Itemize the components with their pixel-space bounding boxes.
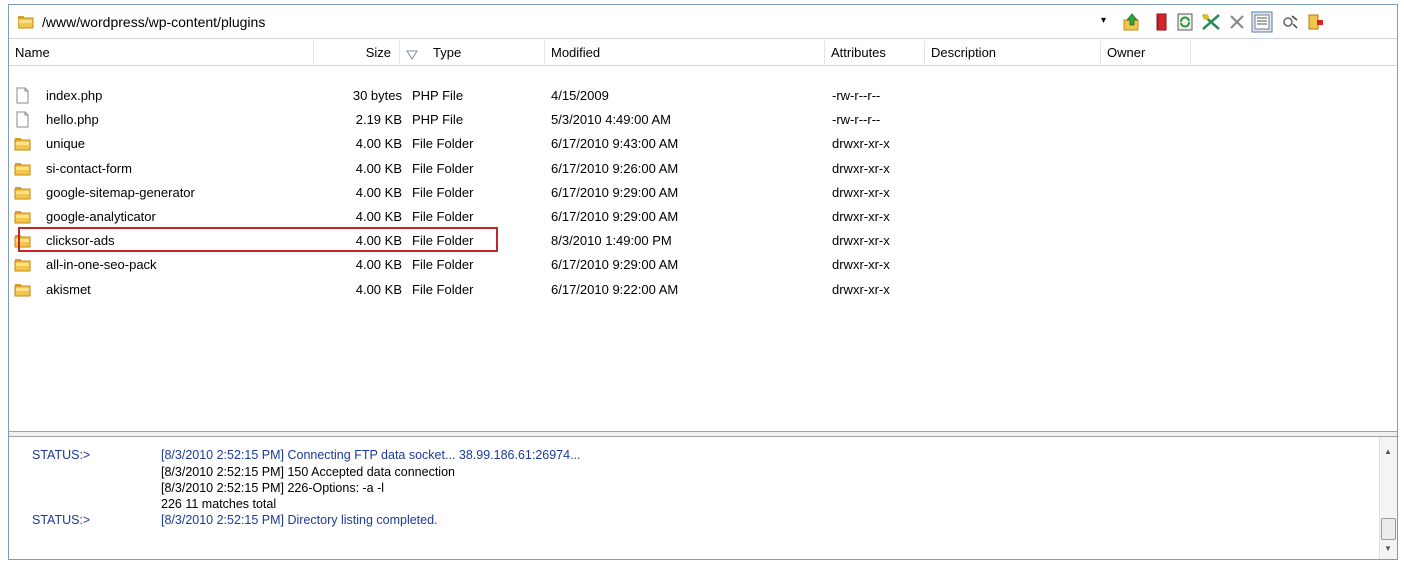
column-header-attributes[interactable]: Attributes bbox=[825, 41, 925, 65]
file-type: File Folder bbox=[412, 184, 474, 200]
file-row[interactable]: si-contact-form 4.00 KB File Folder 6/17/20… bbox=[9, 158, 1397, 181]
file-name: hello.php bbox=[46, 112, 99, 128]
file-attributes: drwxr-xr-x bbox=[832, 160, 890, 176]
log-status-label: STATUS:> bbox=[32, 448, 91, 462]
file-type: File Folder bbox=[412, 233, 474, 249]
file-attributes: drwxr-xr-x bbox=[832, 209, 890, 224]
file-type: File Folder bbox=[412, 209, 474, 224]
file-row[interactable]: index.php 30 bytes PHP File 4/15/2009 -rw-r-… bbox=[9, 85, 1397, 108]
file-modified: 6/17/2010 9:29:00 AM bbox=[551, 184, 679, 200]
file-modified: 8/3/2010 1:49:00 PM bbox=[551, 233, 672, 249]
bookmark-icon[interactable] bbox=[1150, 11, 1172, 33]
log-message: 226 11 matches total bbox=[161, 497, 277, 511]
status-log: STATUS:> [8/3/2010 2:52:15 PM] Connectin… bbox=[9, 437, 1397, 559]
scroll-down-icon[interactable]: ▼ bbox=[1384, 544, 1392, 553]
folder-icon bbox=[14, 208, 31, 225]
file-attributes: -rw-r--r-- bbox=[832, 112, 881, 128]
file-row[interactable]: akismet 4.00 KB File Folder 6/17/2010 9:22:… bbox=[9, 279, 1397, 302]
file-icon bbox=[14, 111, 31, 128]
file-name: index.php bbox=[46, 88, 103, 103]
column-header-type[interactable]: Type bbox=[427, 41, 545, 65]
chevron-down-icon[interactable]: ▾ bbox=[1101, 15, 1106, 26]
settings-icon[interactable] bbox=[1279, 11, 1301, 33]
file-size: 4.00 KB bbox=[355, 257, 402, 273]
file-size: 4.00 KB bbox=[355, 281, 402, 297]
file-type: File Folder bbox=[412, 136, 474, 152]
file-type: PHP File bbox=[412, 88, 464, 103]
folder-icon bbox=[14, 184, 31, 201]
file-modified: 6/17/2010 9:29:00 AM bbox=[551, 209, 679, 224]
column-header-name[interactable]: Name bbox=[9, 41, 314, 65]
path-bar: /www/wordpress/wp-content/plugins ▾ bbox=[9, 5, 1397, 39]
log-message: [8/3/2010 2:52:15 PM] 150 Accepted data … bbox=[161, 465, 455, 479]
log-status-label: STATUS:> bbox=[32, 513, 91, 527]
file-attributes: drwxr-xr-x bbox=[832, 281, 890, 297]
file-type: PHP File bbox=[412, 112, 464, 128]
file-type: File Folder bbox=[412, 281, 474, 297]
file-row[interactable]: clicksor-ads 4.00 KB File Folder 8/3/2010 1… bbox=[9, 230, 1397, 253]
file-modified: 5/3/2010 4:49:00 AM bbox=[551, 112, 671, 128]
file-row[interactable]: all-in-one-seo-pack 4.00 KB File Folder 6/1… bbox=[9, 254, 1397, 277]
folder-icon bbox=[17, 14, 34, 29]
file-name: unique bbox=[46, 136, 86, 152]
file-row[interactable]: unique 4.00 KB File Folder 6/17/2010 9:43:0… bbox=[9, 133, 1397, 156]
column-header-description[interactable]: Description bbox=[925, 41, 1101, 65]
column-header-size[interactable]: Size bbox=[314, 41, 400, 65]
folder-icon bbox=[14, 256, 31, 273]
column-header-modified[interactable]: Modified bbox=[545, 41, 825, 65]
scroll-up-icon[interactable]: ▲ bbox=[1384, 447, 1392, 456]
log-scrollbar[interactable]: ▲ ▼ bbox=[1379, 437, 1397, 559]
file-row[interactable]: google-sitemap-generator 4.00 KB File Fold… bbox=[9, 182, 1397, 205]
file-attributes: drwxr-xr-x bbox=[832, 233, 890, 249]
folder-icon bbox=[14, 135, 31, 152]
file-size: 4.00 KB bbox=[355, 184, 402, 200]
file-size: 4.00 KB bbox=[355, 233, 402, 249]
log-message: [8/3/2010 2:52:15 PM] Connecting FTP dat… bbox=[161, 448, 581, 462]
refresh-icon[interactable] bbox=[1174, 11, 1196, 33]
file-icon bbox=[14, 87, 31, 104]
file-row[interactable]: google-analyticator 4.00 KB File Folder 6/1… bbox=[9, 206, 1397, 229]
folder-icon bbox=[14, 281, 31, 298]
file-row[interactable]: hello.php 2.19 KB PHP File 5/3/2010 4:49:00… bbox=[9, 109, 1397, 132]
exit-icon[interactable] bbox=[1305, 11, 1327, 33]
file-modified: 6/17/2010 9:22:00 AM bbox=[551, 281, 679, 297]
cancel-transfer-icon[interactable] bbox=[1200, 11, 1222, 33]
file-name: google-analyticator bbox=[46, 209, 156, 224]
file-name: akismet bbox=[46, 281, 91, 297]
file-name: si-contact-form bbox=[46, 160, 132, 176]
file-modified: 6/17/2010 9:29:00 AM bbox=[551, 257, 679, 273]
up-folder-icon[interactable] bbox=[1121, 11, 1143, 33]
column-header-owner[interactable]: Owner bbox=[1101, 41, 1191, 65]
file-attributes: drwxr-xr-x bbox=[832, 257, 890, 273]
log-message: [8/3/2010 2:52:15 PM] Directory listing … bbox=[161, 513, 438, 527]
file-size: 4.00 KB bbox=[355, 160, 402, 176]
file-list-header: Name Size Type Modified Attributes Descr… bbox=[9, 41, 1397, 66]
file-name: google-sitemap-generator bbox=[46, 184, 195, 200]
file-attributes: drwxr-xr-x bbox=[832, 184, 890, 200]
file-modified: 6/17/2010 9:43:00 AM bbox=[551, 136, 679, 152]
file-size: 4.00 KB bbox=[355, 209, 402, 224]
file-size: 2.19 KB bbox=[355, 112, 402, 128]
scroll-thumb[interactable] bbox=[1381, 518, 1396, 540]
file-size: 30 bytes bbox=[352, 88, 402, 103]
file-type: File Folder bbox=[412, 160, 474, 176]
file-size: 4.00 KB bbox=[355, 136, 402, 152]
folder-icon bbox=[14, 160, 31, 177]
delete-icon[interactable] bbox=[1226, 11, 1248, 33]
file-attributes: -rw-r--r-- bbox=[832, 88, 881, 103]
path-input[interactable]: /www/wordpress/wp-content/plugins bbox=[42, 14, 265, 30]
log-message: [8/3/2010 2:52:15 PM] 226-Options: -a -l bbox=[161, 481, 385, 495]
ftp-remote-pane: /www/wordpress/wp-content/plugins ▾ Name… bbox=[8, 4, 1398, 560]
file-type: File Folder bbox=[412, 257, 474, 273]
file-modified: 6/17/2010 9:26:00 AM bbox=[551, 160, 679, 176]
file-name: all-in-one-seo-pack bbox=[46, 257, 157, 273]
folder-icon bbox=[14, 232, 31, 249]
file-name: clicksor-ads bbox=[46, 233, 115, 249]
list-view-icon[interactable] bbox=[1251, 11, 1273, 33]
file-attributes: drwxr-xr-x bbox=[832, 136, 890, 152]
file-modified: 4/15/2009 bbox=[551, 88, 609, 103]
sort-descending-icon bbox=[406, 48, 418, 63]
